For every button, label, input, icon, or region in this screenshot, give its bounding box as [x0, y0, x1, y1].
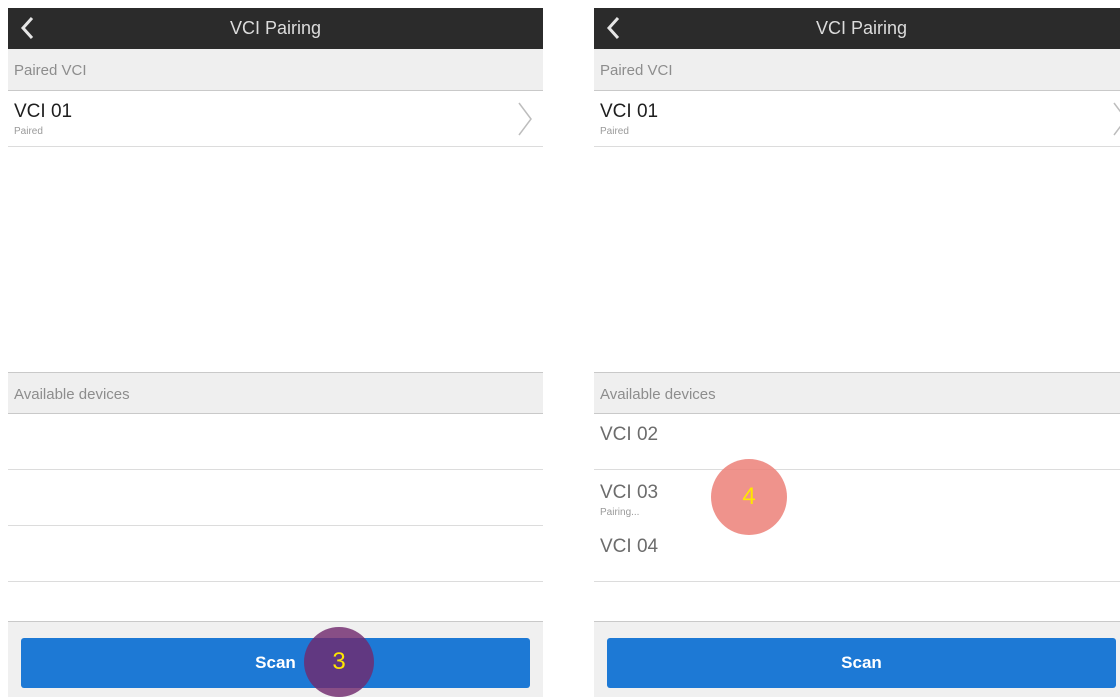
available-devices-header: Available devices	[8, 372, 543, 414]
section-header-label: Paired VCI	[600, 62, 673, 79]
page-title: VCI Pairing	[229, 18, 322, 38]
paired-device-row[interactable]: VCI 01 Paired	[594, 91, 1120, 147]
paired-vci-header: Paired VCI	[8, 49, 543, 91]
available-device-row[interactable]: VCI 03 Pairing...	[594, 470, 1120, 526]
device-status: Paired	[14, 126, 43, 137]
title-bar: VCI Pairing	[8, 8, 543, 49]
chevron-right-icon	[1113, 102, 1120, 136]
back-button[interactable]	[604, 12, 638, 45]
device-name: VCI 03	[600, 482, 659, 503]
paired-device-row[interactable]: VCI 01 Paired	[8, 91, 543, 147]
footer-bar: Scan	[8, 621, 543, 697]
device-status: Paired	[600, 126, 629, 137]
available-devices-header: Available devices	[594, 372, 1120, 414]
chevron-right-icon	[518, 102, 532, 136]
section-header-label: Paired VCI	[14, 62, 87, 79]
available-device-row[interactable]: VCI 02	[594, 414, 1120, 470]
device-name: VCI 01	[14, 101, 73, 122]
vci-pairing-screen-left: VCI Pairing Paired VCI VCI 01 Paired Ava…	[8, 8, 543, 697]
available-device-row[interactable]	[8, 470, 543, 526]
footer-bar: Scan	[594, 621, 1120, 697]
title-bar: VCI Pairing	[594, 8, 1120, 49]
section-header-label: Available devices	[14, 386, 130, 403]
device-name: VCI 01	[600, 101, 659, 122]
device-status: Pairing...	[600, 507, 640, 518]
section-header-label: Available devices	[600, 386, 716, 403]
device-name: VCI 04	[600, 536, 659, 557]
available-device-row[interactable]	[8, 414, 543, 470]
device-name: VCI 02	[600, 424, 659, 445]
scan-button[interactable]: Scan	[607, 638, 1116, 688]
step-3-marker: 3	[304, 627, 374, 697]
step-4-marker: 4	[711, 459, 787, 535]
available-device-row[interactable]: VCI 04	[594, 526, 1120, 582]
chevron-left-icon	[606, 16, 620, 40]
vci-pairing-screen-right: VCI Pairing Paired VCI VCI 01 Paired Ava…	[594, 8, 1120, 697]
paired-vci-header: Paired VCI	[594, 49, 1120, 91]
available-device-row[interactable]	[8, 526, 543, 582]
page-title: VCI Pairing	[815, 18, 908, 38]
scan-button[interactable]: Scan	[21, 638, 530, 688]
chevron-left-icon	[20, 16, 34, 40]
back-button[interactable]	[18, 12, 52, 45]
